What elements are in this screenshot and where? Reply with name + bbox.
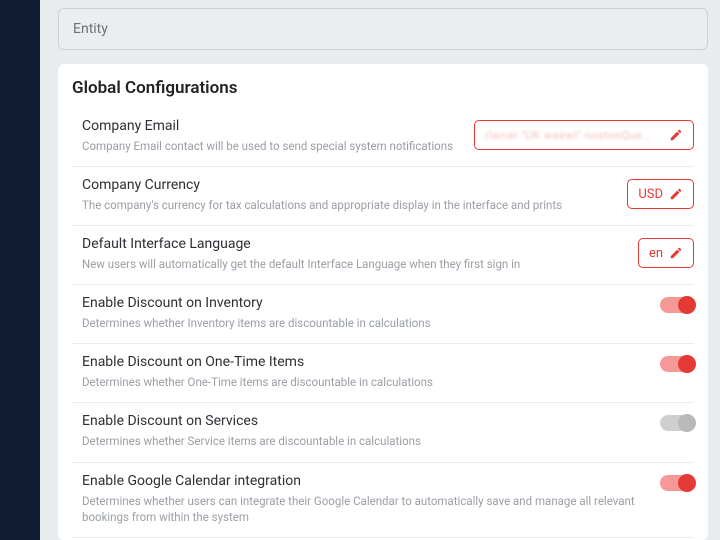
toggle-discount-inventory[interactable] bbox=[660, 297, 694, 313]
language-value: en bbox=[649, 246, 663, 261]
row-discount-inventory: Enable Discount on Inventory Determines … bbox=[72, 285, 694, 344]
setting-title: Enable Discount on Services bbox=[82, 413, 646, 429]
setting-desc: Determines whether Service items are dis… bbox=[82, 433, 646, 449]
pencil-icon bbox=[669, 187, 683, 201]
main-content: Entity Global Configurations Company Ema… bbox=[40, 0, 720, 540]
setting-desc: Company Email contact will be used to se… bbox=[82, 138, 460, 154]
pencil-icon bbox=[669, 128, 683, 142]
entity-placeholder: Entity bbox=[73, 21, 108, 37]
toggle-discount-onetime[interactable] bbox=[660, 356, 694, 372]
company-email-edit[interactable]: rlwner "UK waewl" nostonQue… bbox=[474, 120, 694, 150]
setting-title: Company Currency bbox=[82, 177, 613, 193]
setting-desc: Determines whether Inventory items are d… bbox=[82, 315, 646, 331]
setting-title: Enable Google Calendar integration bbox=[82, 473, 646, 489]
setting-desc: Determines whether One-Time items are di… bbox=[82, 374, 646, 390]
row-default-language: Default Interface Language New users wil… bbox=[72, 226, 694, 285]
pencil-icon bbox=[669, 246, 683, 260]
entity-select[interactable]: Entity bbox=[58, 8, 708, 50]
setting-title: Default Interface Language bbox=[82, 236, 624, 252]
toggle-google-calendar[interactable] bbox=[660, 475, 694, 491]
row-company-currency: Company Currency The company's currency … bbox=[72, 167, 694, 226]
sidebar-nav[interactable] bbox=[0, 0, 40, 540]
language-edit[interactable]: en bbox=[638, 238, 694, 268]
currency-edit[interactable]: USD bbox=[627, 179, 694, 209]
currency-value: USD bbox=[638, 187, 663, 202]
setting-title: Company Email bbox=[82, 118, 460, 134]
setting-title: Enable Discount on Inventory bbox=[82, 295, 646, 311]
config-card: Global Configurations Company Email Comp… bbox=[58, 64, 708, 540]
row-company-email: Company Email Company Email contact will… bbox=[72, 108, 694, 167]
email-value-redacted: rlwner "UK waewl" nostonQue… bbox=[485, 129, 663, 142]
toggle-discount-services[interactable] bbox=[660, 415, 694, 431]
setting-desc: The company's currency for tax calculati… bbox=[82, 197, 613, 213]
setting-desc: Determines whether users can integrate t… bbox=[82, 493, 646, 525]
setting-title: Enable Discount on One-Time Items bbox=[82, 354, 646, 370]
page-title: Global Configurations bbox=[72, 78, 694, 98]
row-google-calendar: Enable Google Calendar integration Deter… bbox=[72, 463, 694, 538]
row-discount-services: Enable Discount on Services Determines w… bbox=[72, 403, 694, 462]
row-discount-onetime: Enable Discount on One-Time Items Determ… bbox=[72, 344, 694, 403]
setting-desc: New users will automatically get the def… bbox=[82, 256, 624, 272]
